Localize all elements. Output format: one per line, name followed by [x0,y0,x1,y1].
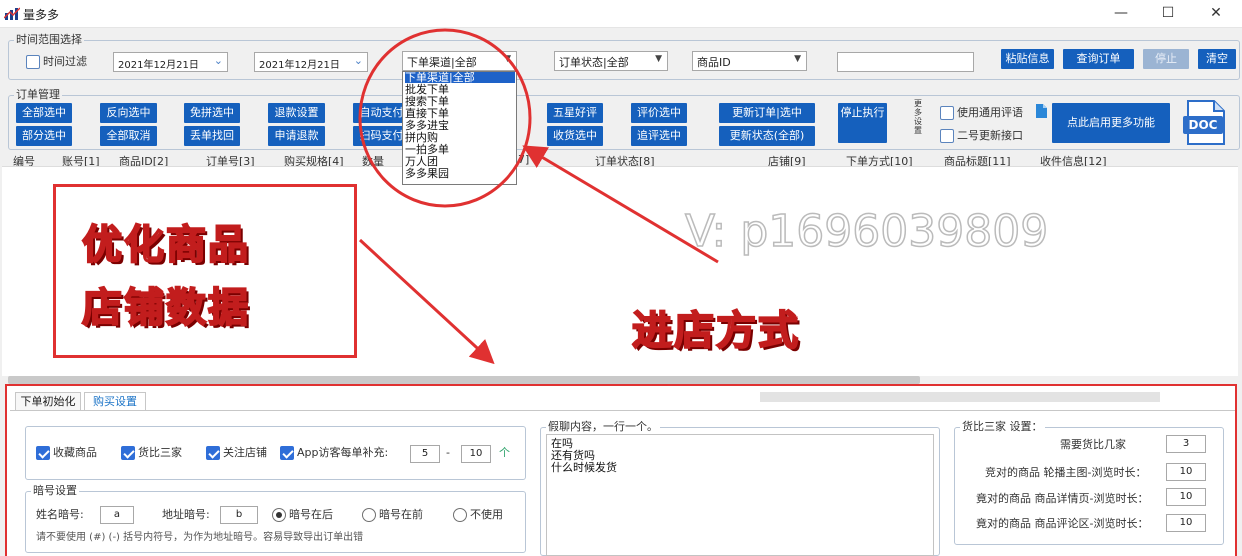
annotation-panel-border [5,384,1237,556]
channel-option[interactable]: 直接下单 [405,108,449,119]
chevron-down-icon: ▼ [655,54,662,64]
refund-settings-button[interactable]: 退款设置 [268,103,325,123]
minimize-icon[interactable]: — [1111,4,1131,22]
channel-option[interactable]: 下单渠道|全部 [405,72,515,83]
promo-text-line1: 优化商品 [81,221,250,269]
chevron-down-icon: ⌄ [213,54,223,67]
stop-execution-button[interactable]: 停止执行 [838,103,887,143]
deselect-all-button[interactable]: 全部取消 [100,126,157,146]
promo-text-line2: 店铺数据 [81,284,250,332]
chevron-down-icon: ▼ [794,54,801,64]
start-date-picker[interactable]: 2021年12月21日 ⌄ [113,52,228,72]
start-date-value: 2021年12月21日 [118,60,199,71]
product-id-select[interactable]: 商品ID ▼ [692,51,807,71]
review-selected-button[interactable]: 评价选中 [631,103,687,123]
channel-option[interactable]: 万人团 [405,156,438,167]
doc-icon-label: DOC [1188,118,1218,132]
select-all-button[interactable]: 全部选中 [16,103,72,123]
chevron-down-icon: ⌄ [353,54,363,67]
partial-select-button[interactable]: 部分选中 [16,126,72,146]
order-management-label: 订单管理 [14,88,62,101]
order-status-select[interactable]: 订单状态|全部 ▼ [554,51,668,71]
no-group-select-button[interactable]: 免拼选中 [184,103,240,123]
watermark-text: V: p1696039809 [684,205,1049,258]
five-star-review-button[interactable]: 五星好评 [547,103,603,123]
app-logo-icon [4,7,20,20]
use-common-review-checkbox[interactable] [940,106,954,120]
doc-icon[interactable]: DOC [1182,100,1226,146]
horizontal-scrollbar[interactable] [8,376,920,384]
time-filter-checkbox[interactable] [26,55,40,69]
channel-option[interactable]: 多多果园 [405,168,449,179]
second-update-checkbox[interactable] [940,129,954,143]
end-date-picker[interactable]: 2021年12月21日 ⌄ [254,52,368,72]
window-title: 量多多 [23,8,60,22]
receive-selected-button[interactable]: 收货选中 [547,126,603,146]
channel-select[interactable]: 下单渠道|全部 ▼ [402,51,517,71]
update-status-all-button[interactable]: 更新状态(全部) [719,126,815,146]
apply-refund-button[interactable]: 申请退款 [268,126,325,146]
use-common-review-label: 使用通用评语 [957,106,1023,119]
channel-select-value: 下单渠道|全部 [407,56,477,69]
file-icon[interactable] [1035,104,1047,118]
close-icon[interactable]: ✕ [1206,4,1226,22]
search-input[interactable] [837,52,974,72]
enable-more-features-button[interactable]: 点此启用更多功能 [1052,103,1170,143]
follow-up-review-button[interactable]: 追评选中 [631,126,687,146]
chevron-down-icon: ▼ [504,54,511,64]
channel-option[interactable]: 拼内购 [405,132,438,143]
maximize-icon[interactable]: ☐ [1158,4,1178,22]
more-settings-label[interactable]: 更多设置 [914,99,926,135]
stop-button[interactable]: 停止 [1143,49,1189,69]
channel-option[interactable]: 批发下单 [405,84,449,95]
end-date-value: 2021年12月21日 [259,60,340,71]
time-range-label: 时间范围选择 [14,33,84,46]
second-update-label: 二号更新接口 [957,129,1023,142]
product-id-value: 商品ID [697,56,731,69]
title-bar: 量多多 — ☐ ✕ [0,0,1242,28]
channel-option[interactable]: 搜索下单 [405,96,449,107]
query-orders-button[interactable]: 查询订单 [1063,49,1134,69]
time-filter-label: 时间过滤 [43,55,87,68]
channel-option[interactable]: 一拍多单 [405,144,449,155]
paste-info-button[interactable]: 粘贴信息 [1001,49,1054,69]
clear-button[interactable]: 清空 [1198,49,1236,69]
update-orders-selected-button[interactable]: 更新订单|选中 [719,103,815,123]
channel-dropdown-list[interactable]: 下单渠道|全部 批发下单 搜索下单 直接下单 多多进宝 拼内购 一拍多单 万人团… [402,71,517,185]
invert-selection-button[interactable]: 反向选中 [100,103,157,123]
recover-lost-orders-button[interactable]: 丢单找回 [184,126,240,146]
entry-method-text: 进店方式 [631,307,800,355]
col-header-7[interactable]: 7] [518,153,529,166]
channel-option[interactable]: 多多进宝 [405,120,449,131]
order-status-value: 订单状态|全部 [559,56,629,69]
